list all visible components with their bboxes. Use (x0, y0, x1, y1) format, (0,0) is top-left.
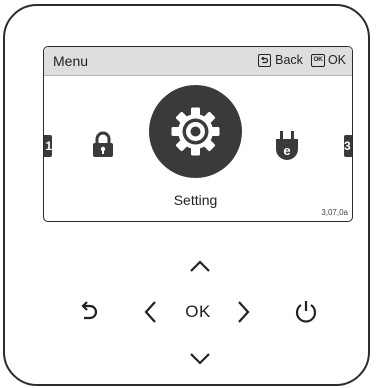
ok-key-icon: OK (310, 53, 325, 67)
down-button[interactable] (186, 348, 214, 368)
plug-icon: e (275, 131, 299, 168)
back-key-icon (258, 53, 272, 67)
ok-hint-label: OK (327, 53, 346, 67)
power-button[interactable] (292, 297, 320, 327)
display-screen: Menu Back OK OK 1 e 3 Setting 3,07,0a (43, 46, 353, 222)
lock-icon (92, 131, 114, 163)
up-arrow-icon (190, 260, 210, 272)
selected-menu-item[interactable] (149, 85, 242, 178)
prev-menu-item-tile: 1 (44, 135, 52, 157)
gear-icon (171, 107, 220, 156)
back-icon (81, 301, 98, 320)
down-arrow-icon (190, 353, 210, 365)
plug-badge: e (283, 143, 290, 158)
left-arrow-icon (144, 301, 156, 323)
firmware-version: 3,07,0a (321, 208, 348, 217)
right-arrow-icon (238, 301, 250, 323)
header-hints: Back OK OK (258, 53, 346, 67)
selected-item-label: Setting (173, 192, 218, 208)
prev-item-number: 1 (45, 139, 52, 153)
screen-header: Menu Back OK OK (44, 47, 352, 76)
back-button[interactable] (75, 298, 103, 326)
next-item-number: 3 (344, 139, 351, 153)
menu-title: Menu (53, 53, 89, 69)
left-button[interactable] (138, 298, 162, 326)
right-button[interactable] (232, 298, 256, 326)
next-menu-item-tile: 3 (344, 135, 352, 157)
ok-button[interactable]: OK (178, 300, 218, 324)
power-icon (295, 301, 317, 323)
back-hint-label: Back (275, 53, 303, 67)
up-button[interactable] (186, 256, 214, 276)
